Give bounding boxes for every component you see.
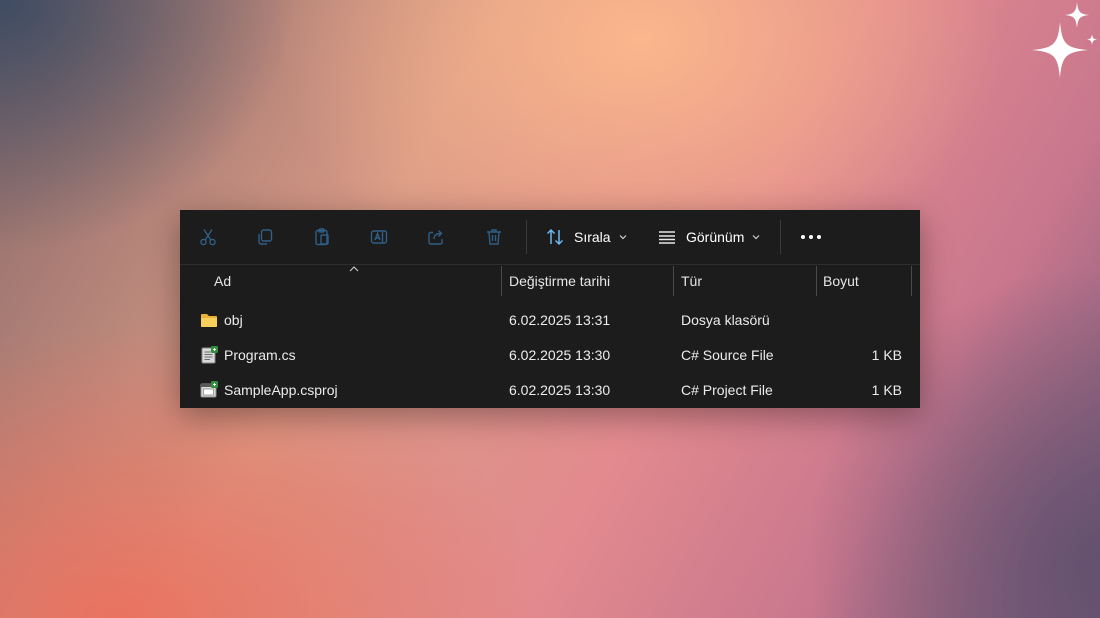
column-header-row: Ad Değiştirme tarihi Tür Boyut (180, 265, 920, 297)
column-header-name[interactable]: Ad (214, 265, 231, 297)
column-header-date[interactable]: Değiştirme tarihi (509, 265, 610, 297)
delete-icon (487, 229, 501, 245)
cut-button[interactable] (194, 223, 222, 251)
delete-button[interactable] (480, 223, 508, 251)
rename-icon (370, 230, 388, 244)
share-icon (428, 230, 443, 245)
view-label: Görünüm (686, 229, 745, 245)
sort-ascending-icon (349, 266, 359, 272)
column-header-size[interactable]: Boyut (823, 265, 859, 297)
toolbar-separator (526, 220, 527, 254)
sort-label: Sırala (574, 229, 611, 245)
file-name: obj (224, 311, 243, 328)
more-dots-icon (801, 235, 821, 239)
more-options-button[interactable] (796, 223, 826, 251)
copy-button[interactable] (251, 223, 279, 251)
command-bar: Sırala Görünüm (180, 210, 920, 265)
rename-button[interactable] (365, 223, 393, 251)
csharp-file-icon (200, 345, 218, 364)
column-divider[interactable] (673, 266, 674, 296)
chevron-down-icon (751, 232, 761, 242)
file-name: Program.cs (224, 346, 296, 363)
file-row-sampleapp-csproj[interactable]: SampleApp.csproj 6.02.2025 13:30 C# Proj… (180, 372, 920, 407)
chevron-down-icon (618, 232, 628, 242)
column-divider[interactable] (501, 266, 502, 296)
csproj-file-icon (200, 380, 218, 399)
column-divider[interactable] (911, 266, 912, 296)
file-row-obj[interactable]: obj 6.02.2025 13:31 Dosya klasörü (180, 302, 920, 337)
folder-icon (200, 311, 218, 329)
sort-arrows-icon (546, 228, 564, 246)
view-menu-button[interactable]: Görünüm (657, 223, 761, 251)
paste-button[interactable] (308, 223, 336, 251)
file-size: 1 KB (871, 346, 902, 363)
file-type: Dosya klasörü (681, 311, 770, 328)
column-divider[interactable] (816, 266, 817, 296)
file-size (820, 302, 902, 337)
file-explorer-window: Sırala Görünüm Ad Değiştirme tarihi Tür … (180, 210, 920, 408)
share-button[interactable] (422, 223, 450, 251)
column-header-type[interactable]: Tür (681, 265, 702, 297)
file-date: 6.02.2025 13:30 (509, 381, 611, 398)
paste-icon (315, 228, 329, 246)
file-type: C# Source File (681, 346, 774, 363)
file-name: SampleApp.csproj (224, 381, 338, 398)
copy-icon (258, 229, 273, 245)
sort-menu-button[interactable]: Sırala (545, 223, 628, 251)
file-size: 1 KB (871, 381, 902, 398)
file-date: 6.02.2025 13:30 (509, 346, 611, 363)
file-type: C# Project File (681, 381, 773, 398)
view-list-icon (659, 231, 675, 244)
toolbar-separator (780, 220, 781, 254)
sparkle-icon (1032, 2, 1097, 78)
file-date: 6.02.2025 13:31 (509, 311, 611, 328)
cut-icon (200, 229, 216, 246)
file-row-program-cs[interactable]: Program.cs 6.02.2025 13:30 C# Source Fil… (180, 337, 920, 372)
